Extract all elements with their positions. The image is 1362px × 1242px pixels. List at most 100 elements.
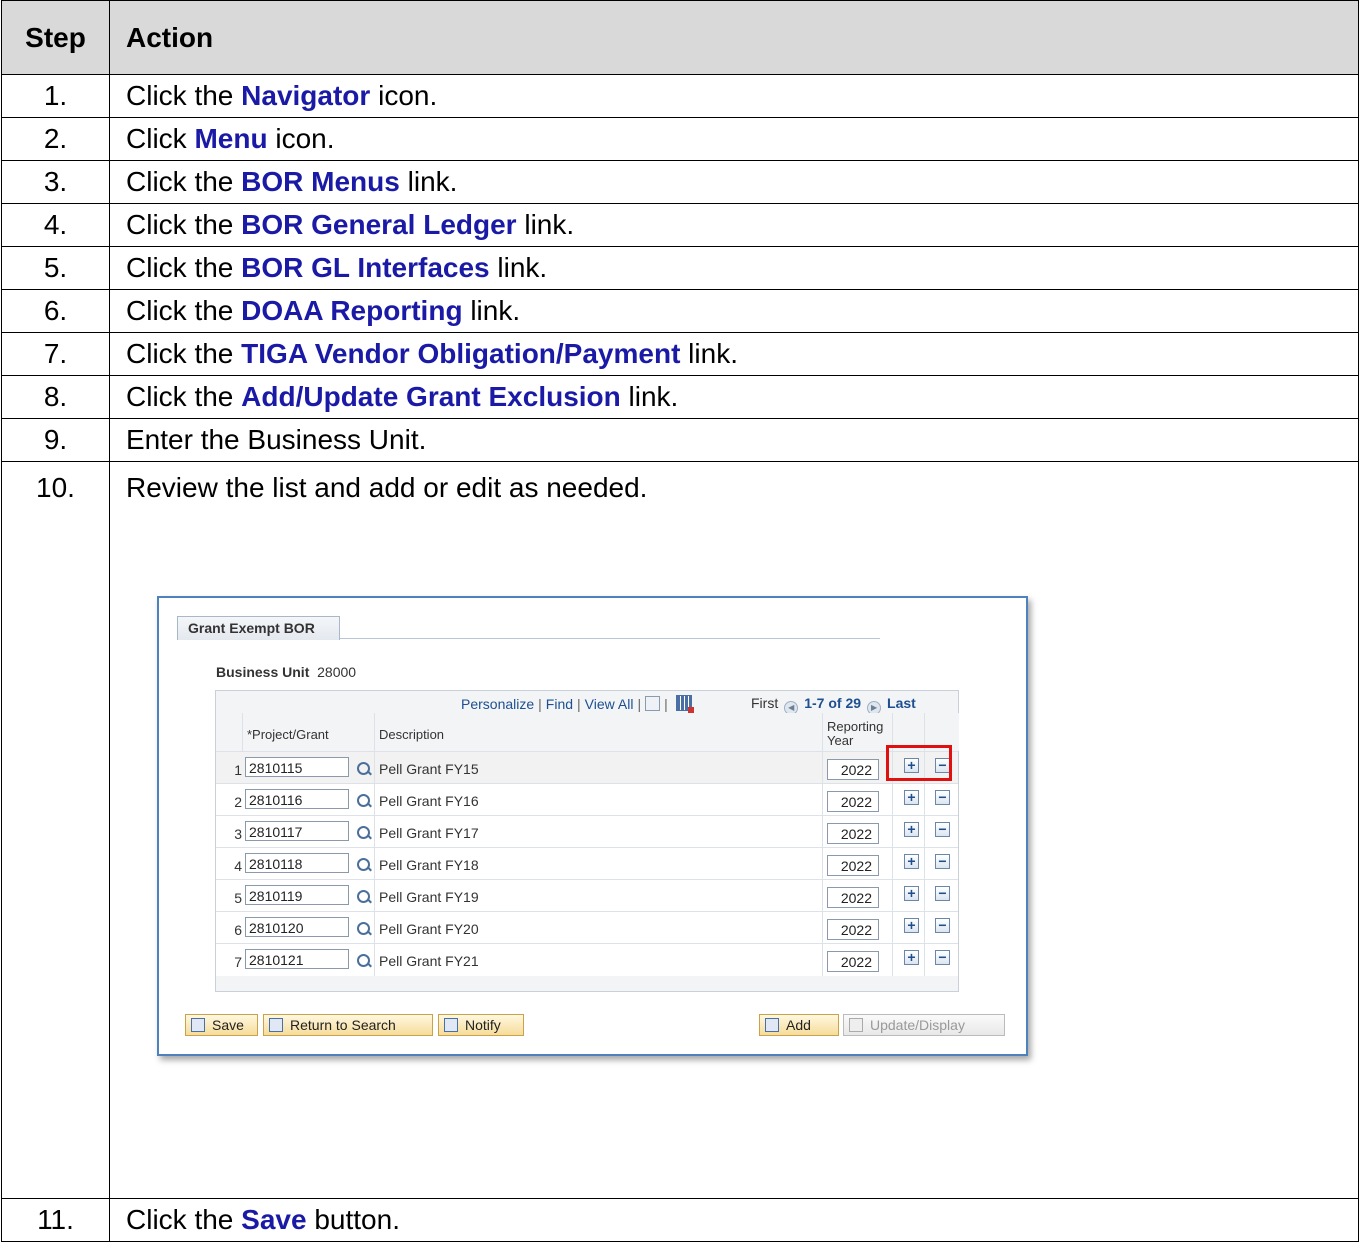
step-text: Click the Add/Update Grant Exclusion lin…: [109, 375, 1359, 419]
personalize-link[interactable]: Personalize: [461, 696, 534, 712]
add-row-icon[interactable]: +: [904, 950, 919, 965]
lookup-icon[interactable]: [357, 922, 370, 935]
step-number-text: 10.: [36, 472, 75, 503]
delete-row-icon[interactable]: −: [935, 790, 950, 805]
project-grant-input[interactable]: 2810119: [245, 885, 349, 905]
step-row: 4. Click the BOR General Ledger link.: [1, 203, 1359, 247]
view-all-link[interactable]: View All: [585, 696, 634, 712]
header-action: Action: [109, 0, 1359, 75]
col-header-year: Reporting Year: [822, 713, 893, 751]
step-row: 1. Click the Navigator icon.: [1, 74, 1359, 118]
lookup-icon[interactable]: [357, 890, 370, 903]
business-unit-label: Business Unit: [216, 664, 310, 680]
add-row-icon[interactable]: +: [904, 790, 919, 805]
step-pre: Click the: [126, 338, 242, 369]
reporting-year-input[interactable]: 2022: [827, 823, 879, 844]
lookup-icon[interactable]: [357, 826, 370, 839]
project-grant-input[interactable]: 2810115: [245, 757, 349, 777]
grant-grid: Personalize | Find | View All | | First ◀ 1-7 of…: [215, 690, 959, 992]
table-row: 6 2810120 Pell Grant FY20 2022 + −: [216, 911, 958, 944]
save-button[interactable]: Save: [185, 1014, 258, 1036]
delete-row-icon[interactable]: −: [935, 918, 950, 933]
table-row: 7 2810121 Pell Grant FY21 2022 + −: [216, 943, 958, 976]
add-row-icon[interactable]: +: [904, 886, 919, 901]
step-link: BOR GL Interfaces: [241, 252, 490, 283]
add-icon: [765, 1018, 779, 1032]
lookup-icon[interactable]: [357, 858, 370, 871]
row-number: 5: [234, 890, 242, 906]
last-link[interactable]: Last: [887, 695, 916, 711]
row-range: 1-7 of 29: [804, 695, 862, 711]
project-grant-input[interactable]: 2810116: [245, 789, 349, 809]
return-to-search-button[interactable]: Return to Search: [263, 1014, 433, 1036]
add-button[interactable]: Add: [759, 1014, 839, 1036]
step-text: Click the BOR General Ledger link.: [109, 203, 1359, 247]
reporting-year-input[interactable]: 2022: [827, 951, 879, 972]
step-link: BOR Menus: [241, 166, 400, 197]
step-post: link.: [516, 209, 575, 240]
delete-row-icon[interactable]: −: [935, 950, 950, 965]
row-number: 7: [234, 954, 242, 970]
step-number: 8.: [1, 375, 110, 419]
reporting-year-input[interactable]: 2022: [827, 919, 879, 940]
project-grant-input[interactable]: 2810117: [245, 821, 349, 841]
delete-row-icon[interactable]: −: [935, 886, 950, 901]
lookup-icon[interactable]: [357, 762, 370, 775]
row-number: 6: [234, 922, 242, 938]
add-row-icon[interactable]: +: [904, 918, 919, 933]
find-link[interactable]: Find: [546, 696, 573, 712]
reporting-year-input[interactable]: 2022: [827, 759, 879, 780]
delete-row-icon[interactable]: −: [935, 854, 950, 869]
description-text: Pell Grant FY16: [379, 793, 479, 809]
tab-grant-exempt[interactable]: Grant Exempt BOR: [177, 616, 340, 640]
step-row: 5. Click the BOR GL Interfaces link.: [1, 246, 1359, 290]
row-number: 1: [234, 762, 242, 778]
step-pre: Click the: [126, 166, 242, 197]
business-unit-value: 28000: [317, 664, 357, 680]
table-row: 1 2810115 Pell Grant FY15 2022 + −: [216, 751, 958, 784]
return-label: Return to Search: [290, 1017, 396, 1033]
col-year-label: Reporting Year: [827, 719, 884, 748]
delete-row-icon[interactable]: −: [935, 822, 950, 837]
description-text: Pell Grant FY20: [379, 921, 479, 937]
add-row-icon[interactable]: +: [904, 854, 919, 869]
table-row: 5 2810119 Pell Grant FY19 2022 + −: [216, 879, 958, 912]
col-description-label: Description: [379, 727, 445, 742]
row-number: 2: [234, 794, 242, 810]
step-text: Click the Save button.: [109, 1198, 1359, 1242]
reporting-year-input[interactable]: 2022: [827, 887, 879, 908]
update-display-button[interactable]: Update/Display: [843, 1014, 1005, 1036]
grid-nav: First ◀ 1-7 of 29 ▶ Last: [751, 695, 916, 715]
step-number: 2.: [1, 117, 110, 161]
step-number: 3.: [1, 160, 110, 204]
project-grant-input[interactable]: 2810118: [245, 853, 349, 873]
notify-button[interactable]: Notify: [438, 1014, 524, 1036]
step-link: Navigator: [241, 80, 371, 111]
notify-icon: [444, 1018, 458, 1032]
step-row: 3. Click the BOR Menus link.: [1, 160, 1359, 204]
first-link[interactable]: First: [751, 695, 778, 711]
step-text-content: Review the list and add or edit as neede…: [126, 472, 648, 503]
reporting-year-input[interactable]: 2022: [827, 855, 879, 876]
lookup-icon[interactable]: [357, 954, 370, 967]
step-post: link.: [620, 381, 679, 412]
save-icon: [191, 1018, 205, 1032]
step-post: link.: [462, 295, 521, 326]
step-link: Menu: [194, 123, 268, 154]
step-pre: Click: [126, 123, 195, 154]
project-grant-input[interactable]: 2810120: [245, 917, 349, 937]
step-pre: Click the: [126, 295, 242, 326]
description-text: Pell Grant FY21: [379, 953, 479, 969]
return-icon: [269, 1018, 283, 1032]
project-grant-input[interactable]: 2810121: [245, 949, 349, 969]
download-spreadsheet-icon[interactable]: [675, 695, 694, 713]
step-pre: Click the: [126, 252, 242, 283]
tab-divider: [340, 638, 880, 639]
add-row-icon[interactable]: +: [904, 822, 919, 837]
reporting-year-input[interactable]: 2022: [827, 791, 879, 812]
new-window-icon[interactable]: [645, 696, 661, 711]
step-number: 11.: [1, 1198, 110, 1242]
col-project-label: *Project/Grant: [247, 727, 329, 742]
header-step: Step: [1, 0, 110, 75]
lookup-icon[interactable]: [357, 794, 370, 807]
